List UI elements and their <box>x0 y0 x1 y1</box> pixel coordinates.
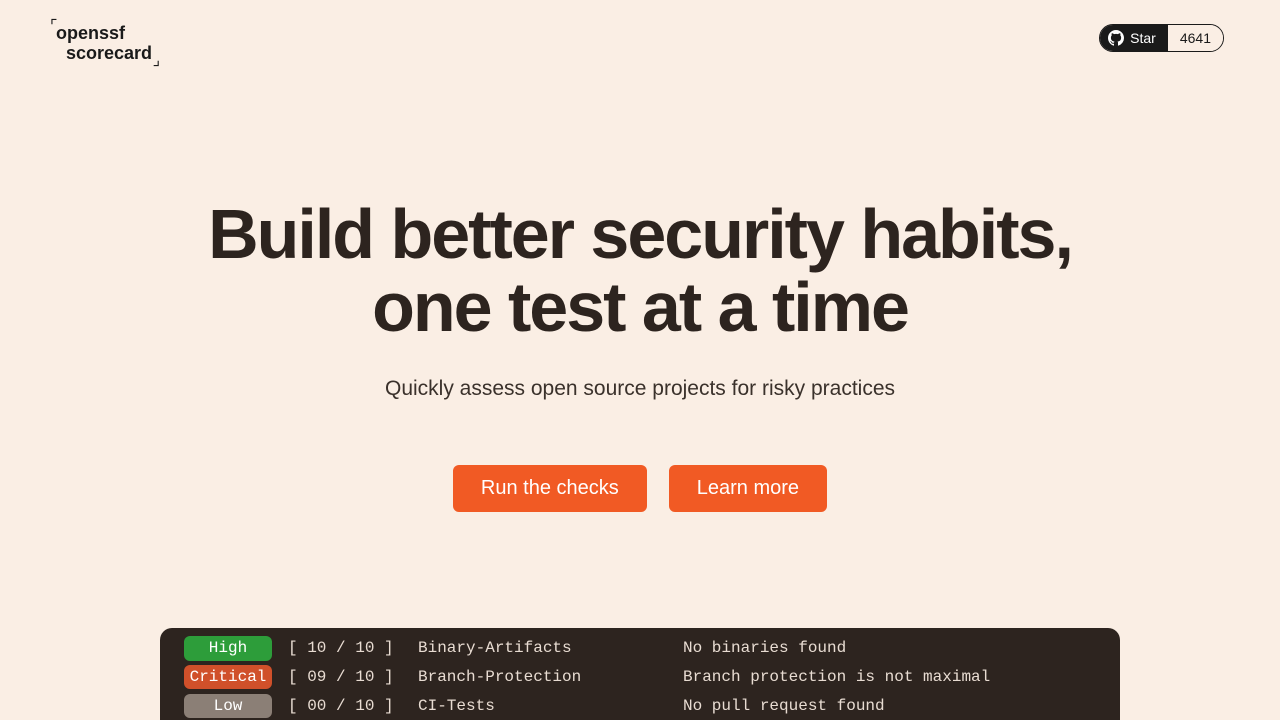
desc-cell: Branch protection is not maximal <box>683 663 990 692</box>
github-star-widget[interactable]: Star 4641 <box>1099 24 1224 52</box>
terminal-row: Critical [ 09 / 10 ] Branch-Protection B… <box>184 663 1096 692</box>
logo[interactable]: openssf scorecard <box>56 24 152 64</box>
check-cell: Binary-Artifacts <box>418 634 683 663</box>
logo-line1: openssf <box>56 24 152 44</box>
github-star-count: 4641 <box>1168 25 1223 51</box>
hero-title: Build better security habits, one test a… <box>0 198 1280 345</box>
terminal-row: Low [ 00 / 10 ] CI-Tests No pull request… <box>184 692 1096 720</box>
cta-row: Run the checks Learn more <box>0 465 1280 512</box>
terminal-output: High [ 10 / 10 ] Binary-Artifacts No bin… <box>160 628 1120 720</box>
severity-badge: Low <box>184 694 272 718</box>
github-star-label: Star <box>1130 30 1156 46</box>
severity-badge: Critical <box>184 665 272 689</box>
desc-cell: No binaries found <box>683 634 846 663</box>
score-cell: [ 10 / 10 ] <box>288 634 418 663</box>
learn-more-button[interactable]: Learn more <box>669 465 827 512</box>
severity-badge: High <box>184 636 272 660</box>
hero-title-line1: Build better security habits, <box>208 195 1072 273</box>
desc-cell: No pull request found <box>683 692 885 720</box>
hero-section: Build better security habits, one test a… <box>0 88 1280 512</box>
github-star-button[interactable]: Star <box>1100 25 1168 51</box>
check-cell: CI-Tests <box>418 692 683 720</box>
check-cell: Branch-Protection <box>418 663 683 692</box>
run-checks-button[interactable]: Run the checks <box>453 465 647 512</box>
hero-title-line2: one test at a time <box>372 268 908 346</box>
github-icon <box>1108 30 1124 46</box>
hero-subtitle: Quickly assess open source projects for … <box>0 377 1280 401</box>
terminal-row: High [ 10 / 10 ] Binary-Artifacts No bin… <box>184 634 1096 663</box>
logo-line2: scorecard <box>56 44 152 64</box>
score-cell: [ 09 / 10 ] <box>288 663 418 692</box>
score-cell: [ 00 / 10 ] <box>288 692 418 720</box>
